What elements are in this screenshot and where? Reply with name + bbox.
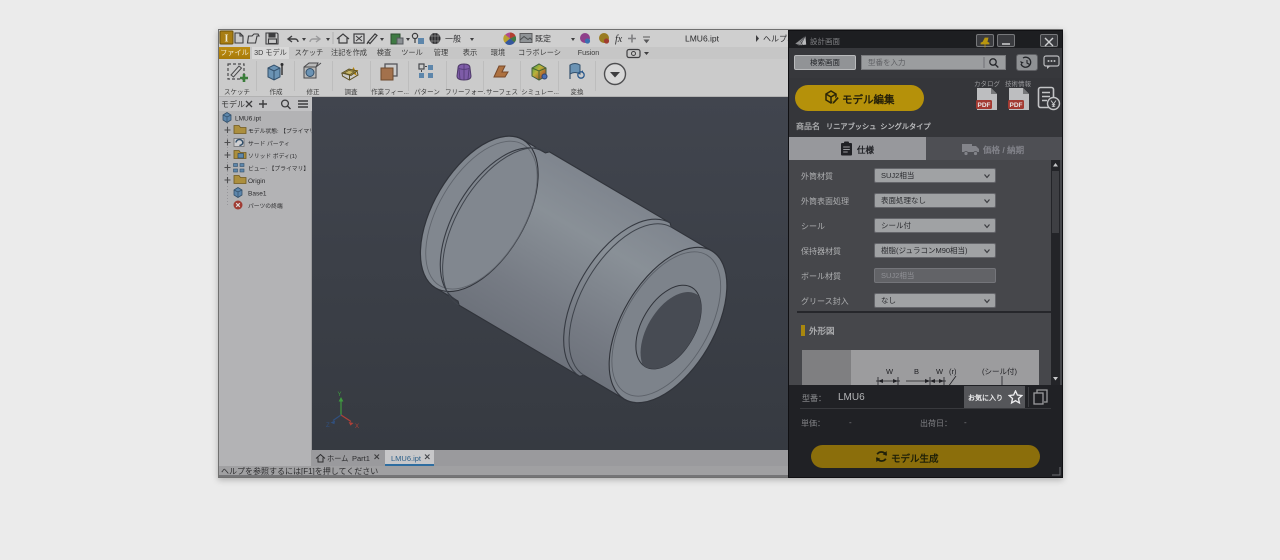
svg-text:ソリッド ボディ(1): ソリッド ボディ(1) <box>248 152 297 160</box>
svg-text:パーツの終端: パーツの終端 <box>248 202 283 210</box>
svg-text:ホーム: ホーム <box>327 454 348 463</box>
svg-text:X: X <box>355 424 359 430</box>
svg-text:ビュー: 【プライマリ】: ビュー: 【プライマリ】 <box>248 165 309 173</box>
svg-text:Z: Z <box>326 423 330 429</box>
svg-text:PDF: PDF <box>1010 102 1023 109</box>
svg-text:(シール付): (シール付) <box>982 366 1017 376</box>
svg-text:(r): (r) <box>949 367 957 376</box>
svg-text:fx: fx <box>615 34 623 45</box>
svg-text:Y: Y <box>338 392 342 398</box>
svg-text:LMU6.ipt: LMU6.ipt <box>235 116 261 123</box>
svg-text:Origin: Origin <box>248 178 266 185</box>
svg-text:PDF: PDF <box>978 102 991 109</box>
svg-text:W: W <box>886 367 894 376</box>
svg-text:I: I <box>225 34 229 45</box>
svg-text:Part1: Part1 <box>352 454 370 463</box>
svg-text:LMU6.ipt: LMU6.ipt <box>685 34 720 44</box>
svg-text:W: W <box>936 367 944 376</box>
svg-text:Base1: Base1 <box>248 191 267 198</box>
svg-text:既定: 既定 <box>535 34 551 44</box>
svg-text:B: B <box>914 367 919 376</box>
svg-text:一般: 一般 <box>445 34 461 44</box>
svg-text:モデル状態: 【プライマリ】: モデル状態: 【プライマリ】 <box>248 127 312 135</box>
svg-text:LMU6.ipt: LMU6.ipt <box>391 454 422 463</box>
svg-text:サード パーティ: サード パーティ <box>248 141 290 148</box>
